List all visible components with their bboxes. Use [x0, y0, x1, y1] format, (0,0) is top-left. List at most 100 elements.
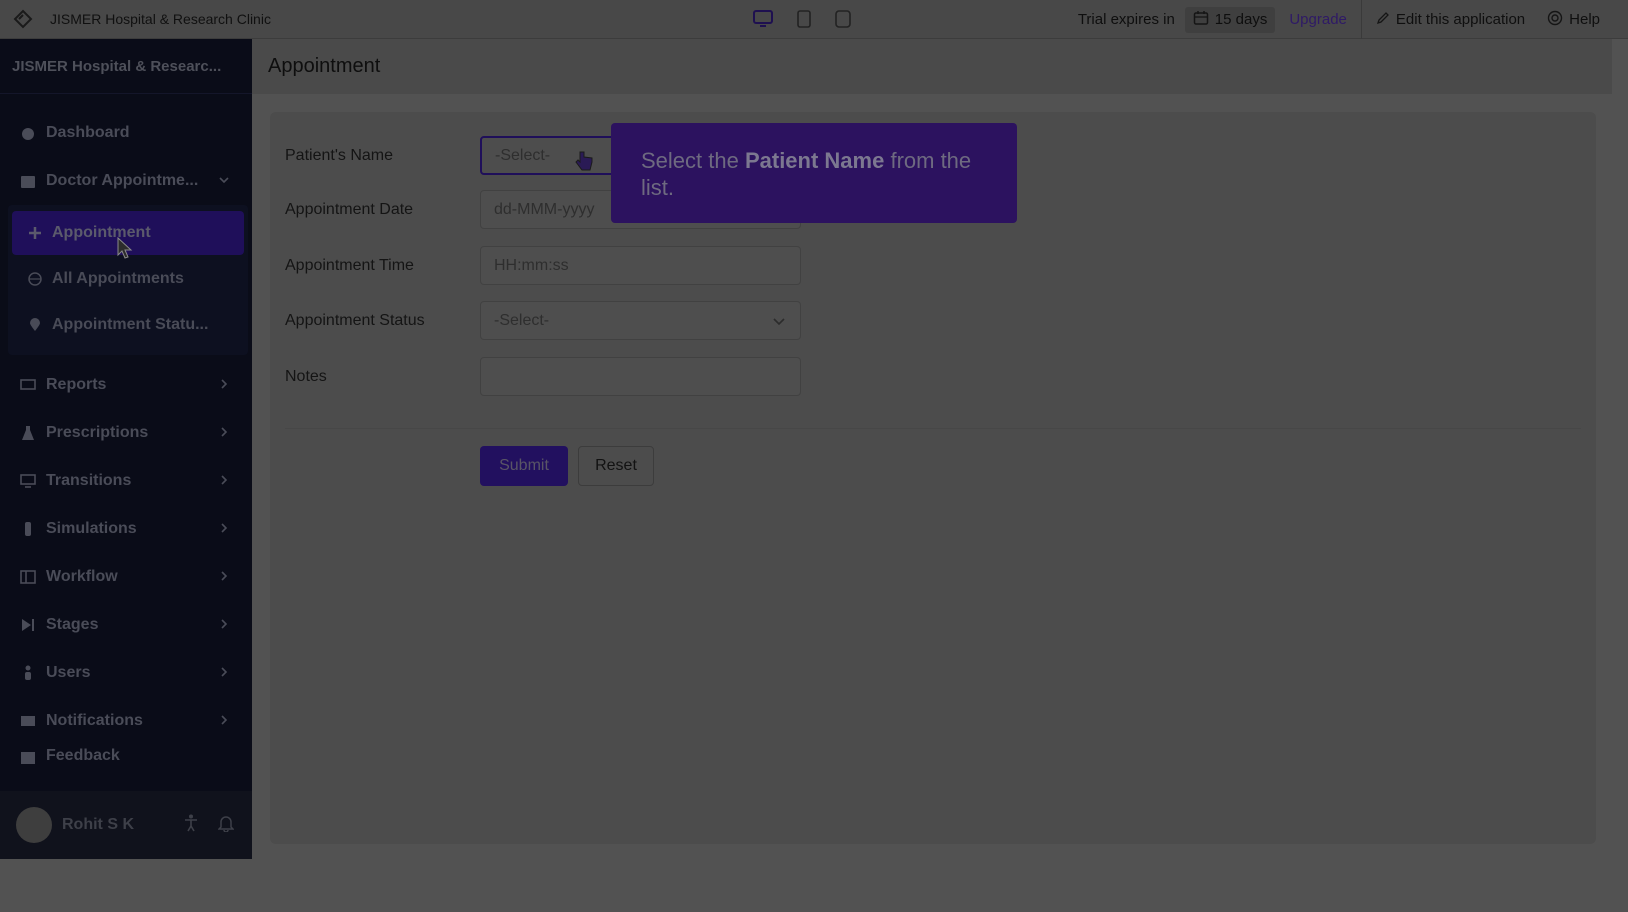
- sidebar-item-feedback[interactable]: Feedback: [0, 745, 252, 765]
- patient-name-label: Patient's Name: [285, 146, 393, 164]
- pencil-icon: [1376, 11, 1390, 29]
- avatar[interactable]: [16, 807, 52, 843]
- sidebar-item-simulations[interactable]: Simulations: [0, 505, 252, 553]
- user-icon: [20, 665, 36, 681]
- skip-forward-icon: [20, 617, 36, 633]
- mobile-icon[interactable]: [834, 9, 852, 32]
- appointment-status-select[interactable]: -Select-: [480, 301, 801, 340]
- notes-label: Notes: [285, 367, 327, 385]
- chevron-down-icon: [218, 173, 230, 191]
- sidebar-item-users[interactable]: Users: [0, 649, 252, 697]
- appointment-status-row: Appointment Status -Select-: [285, 301, 801, 340]
- sidebar-item-label: All Appointments: [52, 270, 184, 287]
- calendar-icon: [1193, 10, 1209, 30]
- chevron-right-icon: [218, 617, 230, 635]
- doctor-appointments-submenu: Appointment All Appointments Appointment…: [8, 205, 248, 355]
- sidebar-item-label: Reports: [46, 376, 107, 393]
- appointment-time-label: Appointment Time: [285, 256, 414, 274]
- appointment-date-placeholder: dd-MMM-yyyy: [494, 200, 595, 218]
- trial-days-badge: 15 days: [1184, 6, 1276, 33]
- calendar-icon: [20, 173, 36, 189]
- sidebar-item-label: Stages: [46, 616, 99, 633]
- sidebar-item-doctor-appointments[interactable]: Doctor Appointme...: [0, 157, 252, 205]
- device-preview-toggle: [752, 9, 852, 32]
- envelope-icon: [20, 713, 36, 729]
- tooltip-text-bold: Patient Name: [744, 148, 885, 173]
- monitor-icon: [20, 473, 36, 489]
- sidebar-item-prescriptions[interactable]: Prescriptions: [0, 409, 252, 457]
- upgrade-link[interactable]: Upgrade: [1289, 0, 1362, 39]
- calendar-icon: [20, 749, 36, 765]
- tablet-icon[interactable]: [796, 9, 812, 32]
- trial-days-value: 15 days: [1214, 11, 1268, 28]
- patient-name-select[interactable]: -Select-: [480, 136, 616, 175]
- sidebar-item-label: Users: [46, 664, 91, 681]
- dashboard-gauge-icon: [20, 125, 36, 141]
- sidebar-item-label: Prescriptions: [46, 424, 149, 441]
- chevron-right-icon: [218, 473, 230, 491]
- appointment-date-label: Appointment Date: [285, 200, 414, 218]
- edit-application-link[interactable]: Edit this application: [1376, 11, 1525, 29]
- chevron-down-icon: [772, 314, 786, 333]
- appointment-time-placeholder: HH:mm:ss: [494, 256, 569, 274]
- test-tube-icon: [20, 521, 36, 537]
- notes-input[interactable]: [480, 357, 801, 396]
- sidebar-item-dashboard[interactable]: Dashboard: [0, 109, 252, 157]
- accessibility-icon[interactable]: [184, 814, 198, 837]
- bell-icon[interactable]: [217, 814, 235, 837]
- sidebar-item-label: Workflow: [46, 568, 118, 585]
- reset-button[interactable]: Reset: [578, 446, 654, 486]
- sidebar-item-stages[interactable]: Stages: [0, 601, 252, 649]
- sidebar-item-label: Appointment: [52, 224, 151, 241]
- trial-label: Trial expires in: [1077, 11, 1175, 28]
- sidebar-item-notifications[interactable]: Notifications: [0, 697, 252, 745]
- guide-tooltip: Select the Patient Name from the list.: [611, 123, 1017, 223]
- chevron-right-icon: [218, 521, 230, 539]
- bottom-strip: [0, 859, 1628, 912]
- mouse-pointer-icon: [117, 236, 133, 266]
- sidebar-item-transitions[interactable]: Transitions: [0, 457, 252, 505]
- sidebar-item-label: Dashboard: [46, 124, 130, 141]
- edit-application-label: Edit this application: [1395, 11, 1526, 28]
- help-link[interactable]: Help: [1547, 10, 1600, 30]
- appointment-status-placeholder: -Select-: [494, 311, 550, 329]
- plus-icon: [28, 226, 42, 240]
- appointment-time-row: Appointment Time HH:mm:ss: [285, 246, 801, 285]
- workflow-board-icon: [20, 569, 36, 585]
- patient-name-placeholder: -Select-: [495, 146, 551, 164]
- chevron-right-icon: [218, 665, 230, 683]
- top-bar: JISMER Hospital & Research Clinic Trial …: [0, 0, 1628, 39]
- chevron-right-icon: [218, 377, 230, 395]
- help-label: Help: [1569, 11, 1600, 28]
- hand-pointer-icon: [574, 150, 594, 177]
- sidebar-item-label: Feedback: [46, 747, 120, 764]
- tooltip-text-prefix: Select the: [641, 148, 745, 173]
- sidebar-item-label: Notifications: [46, 712, 143, 729]
- desktop-icon[interactable]: [752, 9, 774, 32]
- sidebar-item-label: Doctor Appointme...: [46, 172, 199, 189]
- chevron-right-icon: [218, 713, 230, 731]
- chevron-right-icon: [218, 425, 230, 443]
- sidebar-item-label: Simulations: [46, 520, 137, 537]
- sidebar: JISMER Hospital & Researc... Dashboard D…: [0, 39, 252, 859]
- sidebar-item-label: Transitions: [46, 472, 132, 489]
- help-lifebuoy-icon: [1547, 10, 1563, 30]
- app-logo-icon[interactable]: [12, 8, 34, 30]
- app-name: JISMER Hospital & Research Clinic: [50, 11, 271, 27]
- map-pin-icon: [28, 318, 42, 332]
- sidebar-brand: JISMER Hospital & Researc...: [0, 39, 252, 94]
- sidebar-item-appointment-status[interactable]: Appointment Statu...: [12, 303, 244, 347]
- appointment-time-input[interactable]: HH:mm:ss: [480, 246, 801, 285]
- appointment-status-label: Appointment Status: [285, 311, 425, 329]
- page-title: Appointment: [252, 39, 1612, 94]
- globe-icon: [28, 272, 42, 286]
- user-name: Rohit S K: [62, 816, 134, 833]
- form-divider: [285, 428, 1581, 429]
- sidebar-item-label: Appointment Statu...: [52, 316, 209, 333]
- submit-button[interactable]: Submit: [480, 446, 568, 486]
- sidebar-item-reports[interactable]: Reports: [0, 361, 252, 409]
- chart-icon: [20, 377, 36, 393]
- chevron-right-icon: [218, 569, 230, 587]
- sidebar-item-workflow[interactable]: Workflow: [0, 553, 252, 601]
- patient-name-row: Patient's Name -Select-: [285, 136, 616, 175]
